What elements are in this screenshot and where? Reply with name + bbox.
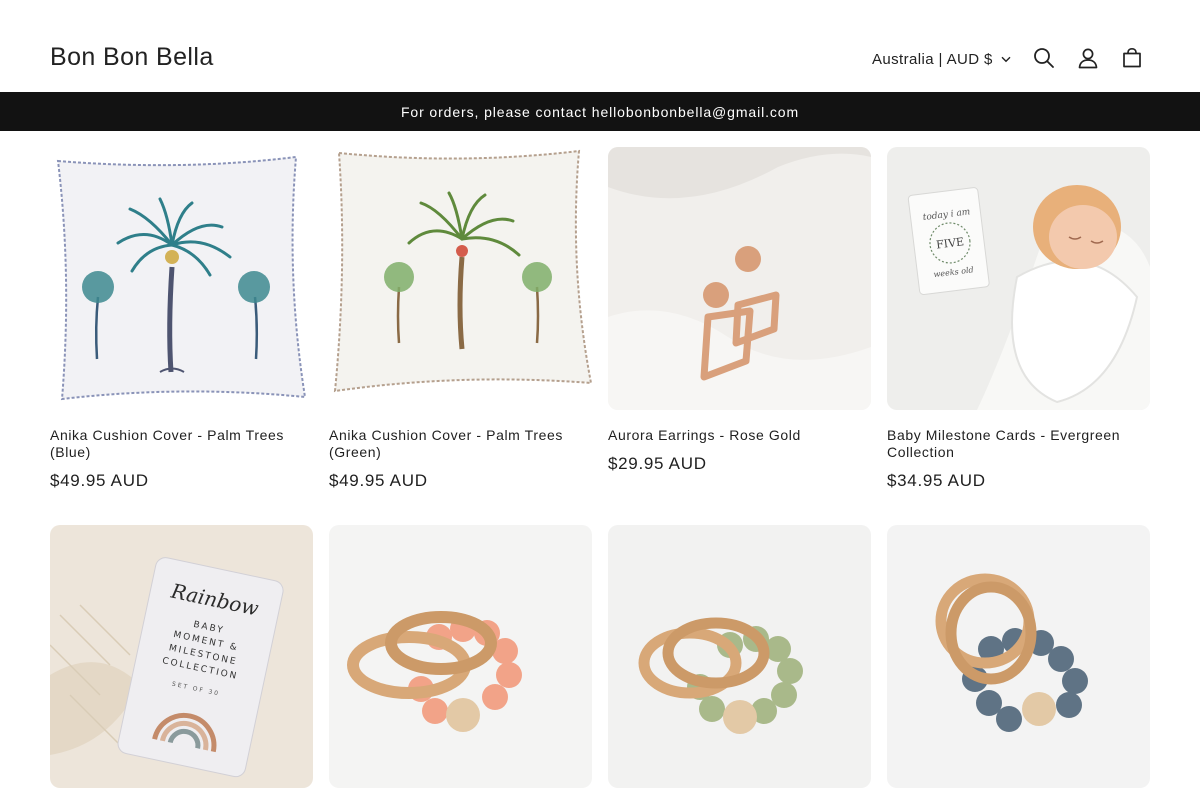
product-title[interactable]: Aurora Earrings - Rose Gold (608, 427, 858, 444)
product-price: $49.95 AUD (50, 471, 149, 490)
product-image[interactable] (887, 525, 1150, 788)
product-card[interactable]: today i am FIVE weeks old Baby Milestone… (887, 147, 1150, 491)
product-title[interactable]: Baby Milestone Cards - Evergreen Collect… (887, 427, 1137, 461)
locale-label: Australia | AUD $ (872, 50, 993, 68)
product-price: $34.95 AUD (887, 471, 986, 490)
announcement-bar: For orders, please contact hellobonbonbe… (0, 92, 1200, 131)
product-card[interactable]: Rainbow BABY MOMENT & MILESTONE COLLECTI… (50, 525, 313, 800)
product-card[interactable]: Anika Cushion Cover - Palm Trees (Blue) … (50, 147, 313, 491)
account-button[interactable] (1070, 40, 1106, 76)
cart-button[interactable] (1114, 40, 1150, 76)
search-icon (1034, 48, 1054, 68)
product-image[interactable] (50, 147, 313, 410)
product-card[interactable]: Aurora Earrings - Rose Gold $29.95 AUD (608, 147, 871, 474)
store-logo[interactable]: Bon Bon Bella (50, 42, 214, 72)
product-image[interactable] (608, 525, 871, 788)
product-image[interactable]: Rainbow BABY MOMENT & MILESTONE COLLECTI… (50, 525, 313, 788)
product-title[interactable]: Anika Cushion Cover - Palm Trees (Green) (329, 427, 579, 461)
product-image[interactable] (329, 147, 592, 410)
product-image[interactable] (329, 525, 592, 788)
product-image[interactable]: today i am FIVE weeks old (887, 147, 1150, 410)
product-card[interactable] (608, 525, 871, 800)
product-card[interactable]: Anika Cushion Cover - Palm Trees (Green)… (329, 147, 592, 491)
cart-icon (1123, 47, 1141, 68)
product-title[interactable]: Anika Cushion Cover - Palm Trees (Blue) (50, 427, 300, 461)
search-button[interactable] (1026, 40, 1062, 76)
site-header: Bon Bon Bella Australia | AUD $ (0, 0, 1200, 92)
product-card[interactable] (887, 525, 1150, 800)
account-icon (1078, 48, 1098, 69)
product-price: $49.95 AUD (329, 471, 428, 490)
product-card[interactable] (329, 525, 592, 800)
chevron-down-icon (1001, 56, 1011, 62)
country-currency-selector[interactable]: Australia | AUD $ (866, 46, 1017, 72)
announcement-text: For orders, please contact hellobonbonbe… (400, 103, 800, 120)
product-image[interactable] (608, 147, 871, 410)
product-price: $29.95 AUD (608, 454, 707, 473)
